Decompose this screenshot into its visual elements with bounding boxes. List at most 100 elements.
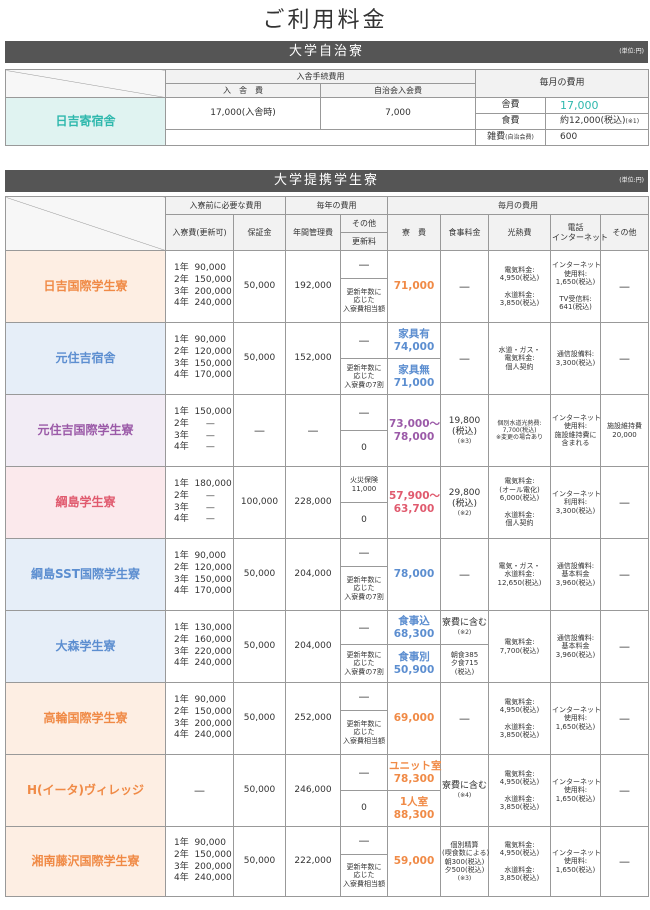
deposit: 50,000 [233,610,286,683]
food-cell: 約12,000(税込)(※1) [544,113,650,130]
header-nyusha: 入 舎 費 [165,83,321,98]
dorm-name: 湘南藤沢国際学生寮 [5,826,166,897]
utilities: 電気料金: 4,950(税込) 水道料金: 3,850(税込) [488,754,551,827]
dorm-name: 元住吉宿舎 [5,322,166,395]
food: — [440,538,489,611]
misc-value: 600 [544,129,650,146]
entry-fee: 1年 180,000 2年 — 3年 — 4年 — [165,466,234,539]
phone-internet: 通信設備料: 基本料金 3,960(税込) [550,538,601,611]
misc-label-cell: 雑費(自治会費) [475,129,546,146]
phone-internet: インターネット 利用料: 3,300(税込) [550,466,601,539]
annual-fee: 204,000 [285,610,341,683]
food-cell-a: 寮費に含む (※2) [440,610,489,645]
misc-note: (自治会費) [505,133,534,141]
annual-fee: 228,000 [285,466,341,539]
other-fee: — [340,538,388,567]
other-monthly: — [599,250,650,323]
food: 29,800 (税込) [448,487,481,509]
rent: 71,000 [387,250,441,323]
corner-cell [5,69,166,98]
phone-internet: インターネット 使用料: 1,650(税込) [550,826,601,897]
dorm-name: H(イータ)ヴィレッジ [5,754,166,827]
phone-internet: 通信設備料: 基本料金 3,960(税込) [550,610,601,683]
header-entry: 入舎手続費用 [165,69,476,84]
food-note: (※2) [457,629,472,637]
food: — [440,682,489,755]
rent-value: 17,000 [544,97,650,114]
utilities: 個別水道光熱費: 7,700(税込) ※変更の場合あり [488,394,551,467]
other-fee: — [340,394,388,431]
dorm-name: 日吉国際学生寮 [5,250,166,323]
deposit: 50,000 [233,754,286,827]
phone-internet: インターネット 使用料: 1,650(税込) [550,682,601,755]
header-deposit: 保証金 [233,214,286,251]
renew-fee: 更新年数に 応じた 入寮費の7割 [340,644,388,683]
annual-fee: 246,000 [285,754,341,827]
annual-fee: 192,000 [285,250,341,323]
other-monthly: — [599,466,650,539]
deposit: 50,000 [233,826,286,897]
utilities: 電気・ガス・ 水道料金: 12,650(税込) [488,538,551,611]
rent: 73,000〜 78,000 [387,394,441,467]
other-monthly: 施設維持費 20,000 [599,394,650,467]
jichi-table: 入舎手続費用 毎月の費用 入 舎 費 自治会入会費 日吉寄宿舎 17,000(入… [5,69,650,146]
phone-internet: インターネット 使用料: 1,650(税込) [550,754,601,827]
food: 寮費に含む [442,781,488,792]
utilities: 電気料金: 4,950(税込) 水道料金: 3,850(税込) [488,826,551,897]
other-fee: — [340,754,388,791]
blank-cell [165,129,476,146]
entry-fee: 1年 90,000 2年 120,000 3年 150,000 4年 170,0… [165,322,234,395]
entry-fee: — [165,754,234,827]
header-other: その他 [340,214,388,233]
entry-fee: 1年 150,000 2年 — 3年 — 4年 — [165,394,234,467]
section-header-teikei: 大学提携学生寮 (単位:円) [5,170,648,192]
nyusha-fee: 17,000(入舎時) [165,97,321,130]
header-phone: 電話 インターネット [550,214,608,251]
header-rent: 寮 費 [387,214,441,251]
header-before: 入寮前に必要な費用 [165,196,286,215]
phone-internet: 通信設備料: 3,300(税込) [550,322,601,395]
renew-fee: 更新年数に 応じた 入寮費相当額 [340,278,388,323]
other-monthly: — [599,322,650,395]
other-monthly: — [599,682,650,755]
utilities: 電気料金: 4,950(税込) 水道料金: 3,850(税込) [488,682,551,755]
deposit: 50,000 [233,250,286,323]
renew-fee: 更新年数に 応じた 入寮費の7割 [340,358,388,395]
renew-fee: 更新年数に 応じた 入寮費相当額 [340,854,388,897]
food: 個別精算 (喫食数による) 朝300(税込) 夕500(税込) [442,840,490,875]
food-value: 約12,000(税込) [560,115,626,126]
entry-fee: 1年 90,000 2年 150,000 3年 200,000 4年 240,0… [165,250,234,323]
unit-note: (単位:円) [619,177,644,184]
rent-option-a: 家具有 74,000 [387,322,441,359]
other-monthly: — [599,754,650,827]
renew-fee: 0 [340,502,388,539]
page-title: ご利用料金 [262,8,388,33]
food-cell: 個別精算 (喫食数による) 朝300(税込) 夕500(税込) (※3) [440,826,490,897]
food-option-a: 寮費に含む [442,618,488,629]
other-monthly: — [599,610,650,683]
rent-option-a: ユニット室 78,300 [387,754,442,791]
food: — [440,250,489,323]
rent-option-a: 食事込 68,300 [387,610,441,645]
header-jichi: 自治会入会費 [320,83,476,98]
utilities: 電気料金: 7,700(税込) [488,610,551,683]
header-annual: 年間管理費 [285,214,341,251]
deposit: 50,000 [233,322,286,395]
section-title: 大学提携学生寮 [273,173,379,188]
food-note: (※2) [457,510,472,517]
rent: 57,900〜 63,700 [387,466,441,539]
food-option-b: 朝食385 夕食715 (税込) [440,644,489,683]
deposit: 50,000 [233,538,286,611]
teikei-table: 入寮前に必要な費用 毎年の費用 毎月の費用 入寮費(更新可) 保証金 年間管理費… [5,196,650,897]
dorm-name: 日吉寄宿舎 [5,97,166,146]
dorm-name: 大森学生寮 [5,610,166,683]
rent-option-b: 家具無 71,000 [387,358,441,395]
dorm-name: 元住吉国際学生寮 [5,394,166,467]
annual-fee: 222,000 [285,826,341,897]
section-header-jichi: 大学自治寮 (単位:円) [5,41,648,63]
rent: 59,000 [387,826,441,897]
other-fee: 火災保険 11,000 [340,466,388,503]
deposit: 50,000 [233,682,286,755]
annual-fee: — [285,394,341,467]
food-note: (※3) [457,438,472,445]
